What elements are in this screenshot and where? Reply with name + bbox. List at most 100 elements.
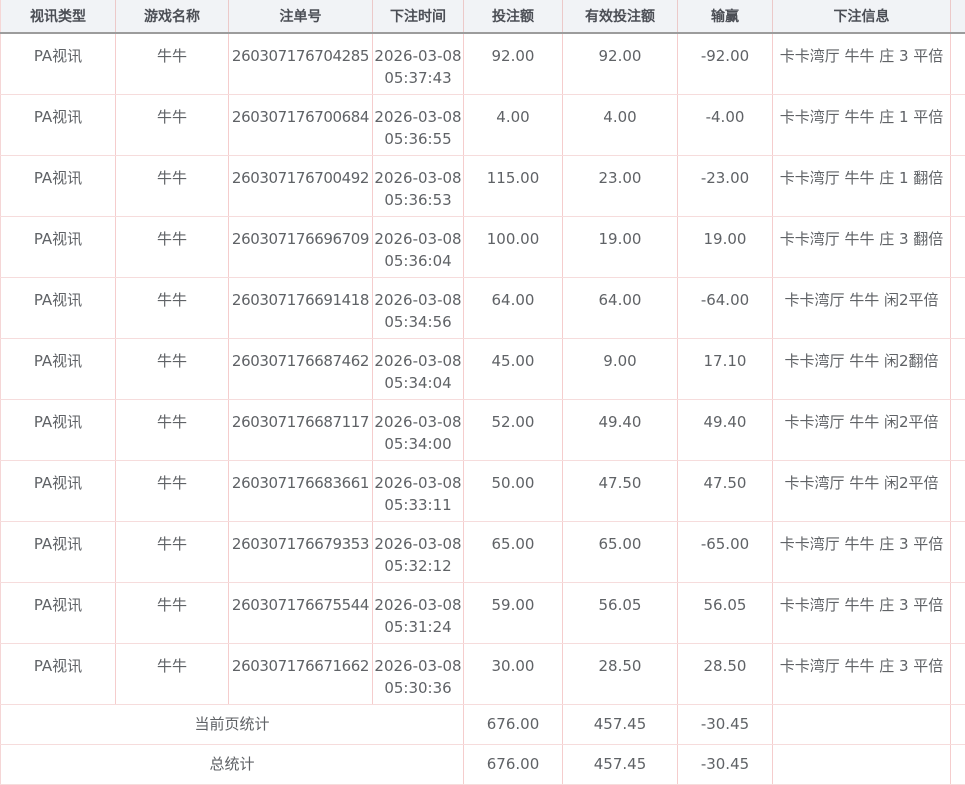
grand-total-info-empty [773,744,951,784]
page-total-valid-amount: 457.45 [563,704,678,744]
cell-win-loss: 17.10 [678,338,773,399]
cell-bet-time: 2026-03-08 05:34:56 [373,277,464,338]
header-win-loss: 输赢 [678,0,773,33]
table-row: PA视讯 牛牛 260307176687117 2026-03-08 05:34… [1,399,965,460]
table-row: PA视讯 牛牛 260307176675544 2026-03-08 05:31… [1,582,965,643]
cell-bet-id: 260307176704285 [229,33,373,94]
cell-bet-id: 260307176700492 [229,155,373,216]
cell-game-name: 牛牛 [116,155,229,216]
bet-records-table: 视讯类型 游戏名称 注单号 下注时间 投注额 有效投注额 输赢 下注信息 PA视… [0,0,965,785]
cell-video-type: PA视讯 [1,643,116,704]
cell-edge-gutter [951,521,965,582]
cell-bet-time: 2026-03-08 05:31:24 [373,582,464,643]
table-row: PA视讯 牛牛 260307176700492 2026-03-08 05:36… [1,155,965,216]
cell-game-name: 牛牛 [116,338,229,399]
cell-bet-time: 2026-03-08 05:33:11 [373,460,464,521]
grand-total-valid-amount: 457.45 [563,744,678,784]
cell-bet-amount: 65.00 [464,521,563,582]
cell-edge-gutter [951,277,965,338]
table-header: 视讯类型 游戏名称 注单号 下注时间 投注额 有效投注额 输赢 下注信息 [1,0,965,33]
cell-video-type: PA视讯 [1,521,116,582]
cell-win-loss: -92.00 [678,33,773,94]
cell-bet-info: 卡卡湾厅 牛牛 闲2翻倍 [773,338,951,399]
cell-video-type: PA视讯 [1,277,116,338]
header-bet-time: 下注时间 [373,0,464,33]
cell-win-loss: 47.50 [678,460,773,521]
cell-valid-amount: 28.50 [563,643,678,704]
cell-video-type: PA视讯 [1,216,116,277]
header-valid-amount: 有效投注额 [563,0,678,33]
cell-edge-gutter [951,582,965,643]
header-bet-info: 下注信息 [773,0,951,33]
cell-bet-amount: 92.00 [464,33,563,94]
header-bet-amount: 投注额 [464,0,563,33]
cell-bet-time: 2026-03-08 05:37:43 [373,33,464,94]
cell-bet-amount: 52.00 [464,399,563,460]
bet-records-panel: 视讯类型 游戏名称 注单号 下注时间 投注额 有效投注额 输赢 下注信息 PA视… [0,0,965,785]
cell-game-name: 牛牛 [116,460,229,521]
table-row: PA视讯 牛牛 260307176704285 2026-03-08 05:37… [1,33,965,94]
cell-win-loss: 49.40 [678,399,773,460]
table-row: PA视讯 牛牛 260307176671662 2026-03-08 05:30… [1,643,965,704]
cell-edge-gutter [951,216,965,277]
cell-win-loss: -4.00 [678,94,773,155]
cell-valid-amount: 23.00 [563,155,678,216]
cell-bet-info: 卡卡湾厅 牛牛 庄 3 平倍 [773,33,951,94]
cell-bet-time: 2026-03-08 05:34:00 [373,399,464,460]
cell-edge-gutter [951,33,965,94]
cell-bet-id: 260307176696709 [229,216,373,277]
cell-valid-amount: 56.05 [563,582,678,643]
cell-bet-id: 260307176675544 [229,582,373,643]
cell-game-name: 牛牛 [116,582,229,643]
table-row: PA视讯 牛牛 260307176696709 2026-03-08 05:36… [1,216,965,277]
cell-bet-id: 260307176700684 [229,94,373,155]
cell-valid-amount: 65.00 [563,521,678,582]
cell-edge-gutter [951,94,965,155]
table-footer: 当前页统计 676.00 457.45 -30.45 总统计 676.00 45… [1,704,965,784]
cell-bet-id: 260307176687462 [229,338,373,399]
header-row: 视讯类型 游戏名称 注单号 下注时间 投注额 有效投注额 输赢 下注信息 [1,0,965,33]
cell-video-type: PA视讯 [1,460,116,521]
table-row: PA视讯 牛牛 260307176700684 2026-03-08 05:36… [1,94,965,155]
cell-bet-time: 2026-03-08 05:36:55 [373,94,464,155]
cell-game-name: 牛牛 [116,94,229,155]
table-row: PA视讯 牛牛 260307176683661 2026-03-08 05:33… [1,460,965,521]
cell-bet-amount: 45.00 [464,338,563,399]
cell-valid-amount: 64.00 [563,277,678,338]
cell-bet-amount: 50.00 [464,460,563,521]
cell-edge-gutter [951,460,965,521]
cell-valid-amount: 19.00 [563,216,678,277]
cell-bet-info: 卡卡湾厅 牛牛 庄 3 平倍 [773,643,951,704]
page-total-bet-amount: 676.00 [464,704,563,744]
cell-bet-amount: 100.00 [464,216,563,277]
cell-win-loss: -64.00 [678,277,773,338]
grand-summary-row: 总统计 676.00 457.45 -30.45 [1,744,965,784]
cell-win-loss: -65.00 [678,521,773,582]
cell-valid-amount: 47.50 [563,460,678,521]
table-row: PA视讯 牛牛 260307176687462 2026-03-08 05:34… [1,338,965,399]
cell-bet-info: 卡卡湾厅 牛牛 闲2平倍 [773,399,951,460]
cell-edge-gutter [951,399,965,460]
cell-bet-info: 卡卡湾厅 牛牛 庄 3 平倍 [773,521,951,582]
cell-bet-info: 卡卡湾厅 牛牛 庄 3 翻倍 [773,216,951,277]
grand-total-bet-amount: 676.00 [464,744,563,784]
cell-game-name: 牛牛 [116,216,229,277]
cell-bet-amount: 115.00 [464,155,563,216]
cell-win-loss: 28.50 [678,643,773,704]
cell-video-type: PA视讯 [1,94,116,155]
cell-video-type: PA视讯 [1,582,116,643]
cell-bet-time: 2026-03-08 05:32:12 [373,521,464,582]
cell-game-name: 牛牛 [116,33,229,94]
cell-bet-time: 2026-03-08 05:36:53 [373,155,464,216]
cell-game-name: 牛牛 [116,643,229,704]
cell-valid-amount: 4.00 [563,94,678,155]
cell-valid-amount: 9.00 [563,338,678,399]
cell-bet-id: 260307176671662 [229,643,373,704]
cell-video-type: PA视讯 [1,155,116,216]
cell-bet-amount: 30.00 [464,643,563,704]
cell-game-name: 牛牛 [116,277,229,338]
cell-bet-info: 卡卡湾厅 牛牛 庄 1 翻倍 [773,155,951,216]
cell-valid-amount: 49.40 [563,399,678,460]
page-summary-label: 当前页统计 [1,704,464,744]
page-summary-row: 当前页统计 676.00 457.45 -30.45 [1,704,965,744]
